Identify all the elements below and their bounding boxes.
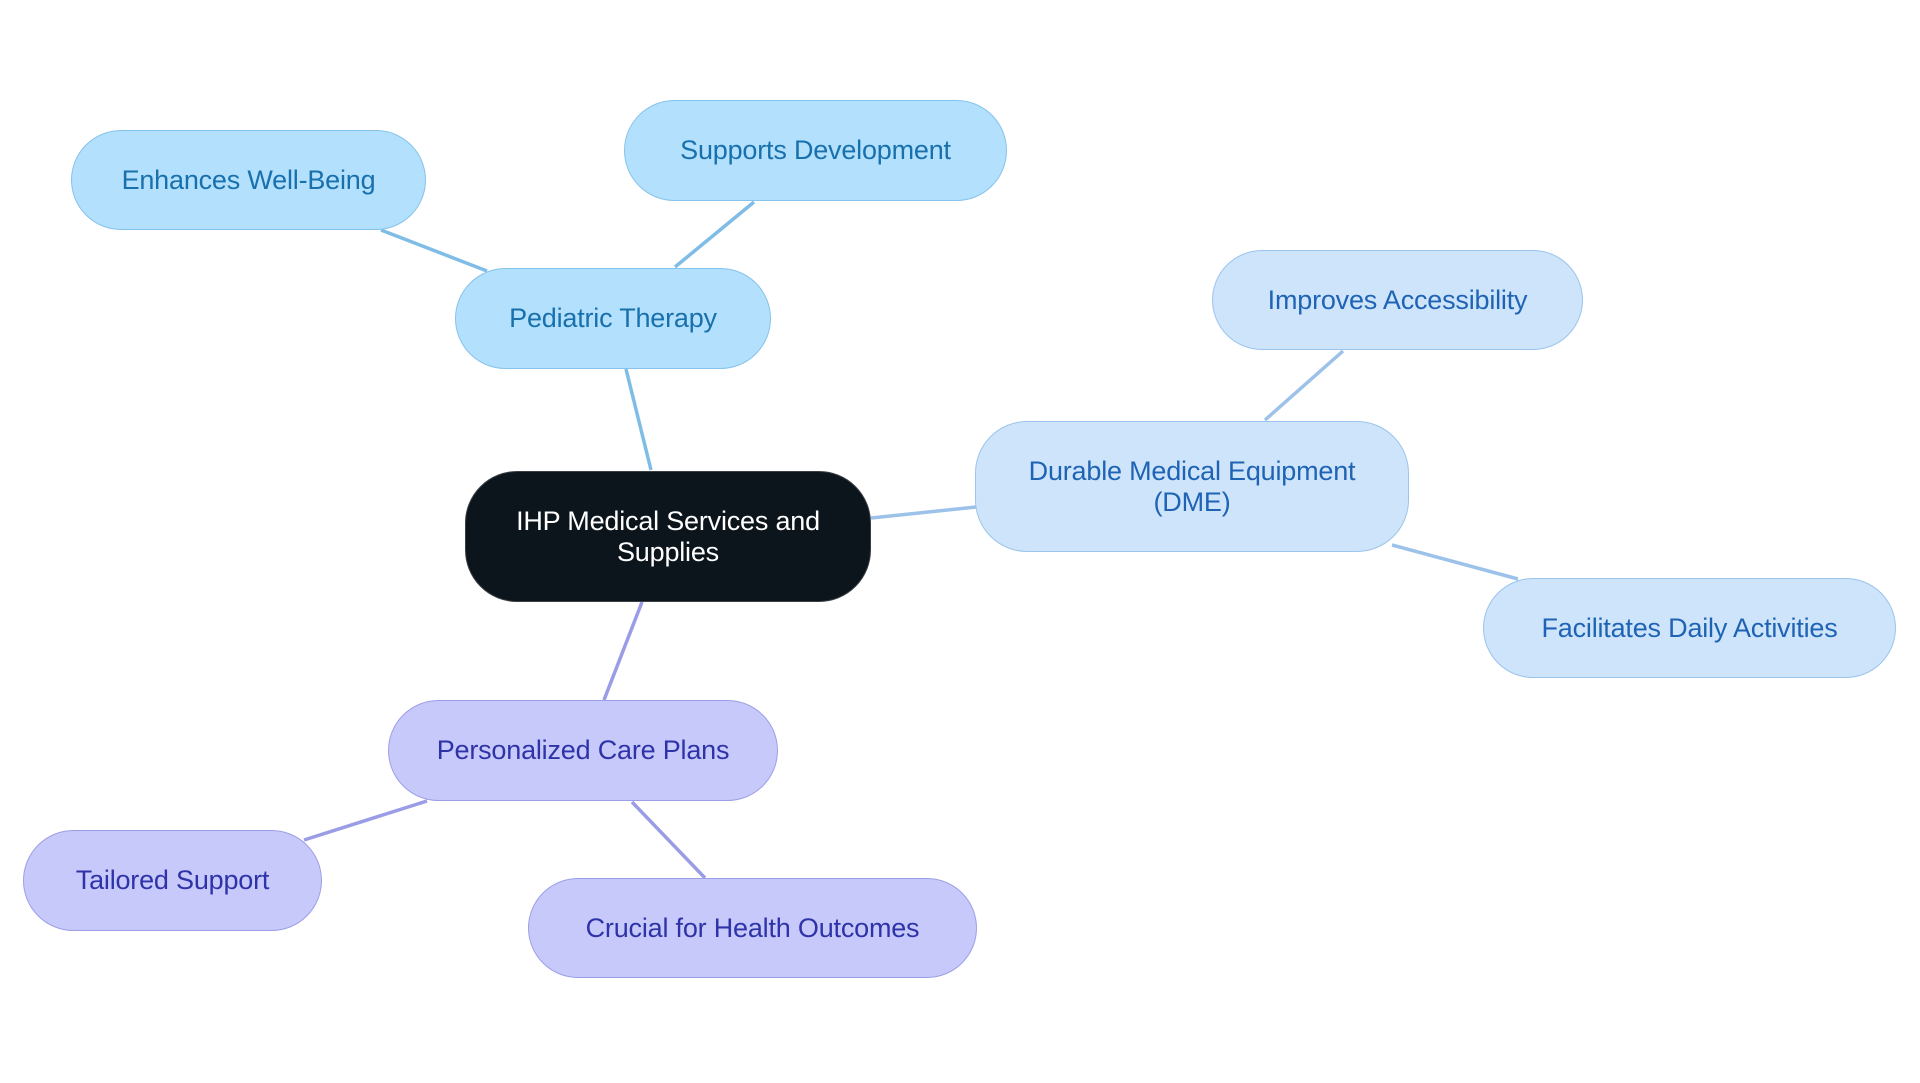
node-dme[interactable]: Durable Medical Equipment (DME) xyxy=(975,421,1409,552)
node-label: Personalized Care Plans xyxy=(436,735,730,765)
node-label: Enhances Well-Being xyxy=(121,164,376,195)
edge-pediatric-therapy-supports-development xyxy=(673,200,756,269)
node-tailored-support[interactable]: Tailored Support xyxy=(23,830,322,931)
node-improves-accessibility[interactable]: Improves Accessibility xyxy=(1212,250,1583,350)
node-supports-development[interactable]: Supports Development xyxy=(624,100,1007,201)
node-label: Tailored Support xyxy=(75,865,270,895)
edge-dme-improves-accessibility xyxy=(1263,349,1345,422)
node-label: Supports Development xyxy=(680,135,951,165)
node-label: Facilitates Daily Activities xyxy=(1541,612,1838,643)
node-label: Pediatric Therapy xyxy=(509,303,717,333)
node-label: Crucial for Health Outcomes xyxy=(585,912,920,943)
edge-root-dme xyxy=(870,505,977,520)
node-personalized-care-plans[interactable]: Personalized Care Plans xyxy=(388,700,778,801)
node-label: Durable Medical Equipment (DME) xyxy=(1028,455,1356,517)
root-node-label: IHP Medical Services and Supplies xyxy=(516,505,820,567)
node-pediatric-therapy[interactable]: Pediatric Therapy xyxy=(455,268,771,369)
edge-personalized-care-plans-crucial-for-health-outcomes xyxy=(630,800,707,880)
node-facilitates-daily-activities[interactable]: Facilitates Daily Activities xyxy=(1483,578,1896,678)
edge-pediatric-therapy-enhances-well-being xyxy=(380,228,488,273)
edge-personalized-care-plans-tailored-support xyxy=(303,799,428,842)
edge-dme-facilitates-daily-activities xyxy=(1391,543,1519,581)
edge-root-personalized-care-plans xyxy=(602,601,644,701)
edge-root-pediatric-therapy xyxy=(624,368,653,471)
node-label: Improves Accessibility xyxy=(1267,284,1528,315)
node-crucial-for-health-outcomes[interactable]: Crucial for Health Outcomes xyxy=(528,878,977,978)
root-node[interactable]: IHP Medical Services and Supplies xyxy=(465,471,871,602)
node-enhances-well-being[interactable]: Enhances Well-Being xyxy=(71,130,426,230)
